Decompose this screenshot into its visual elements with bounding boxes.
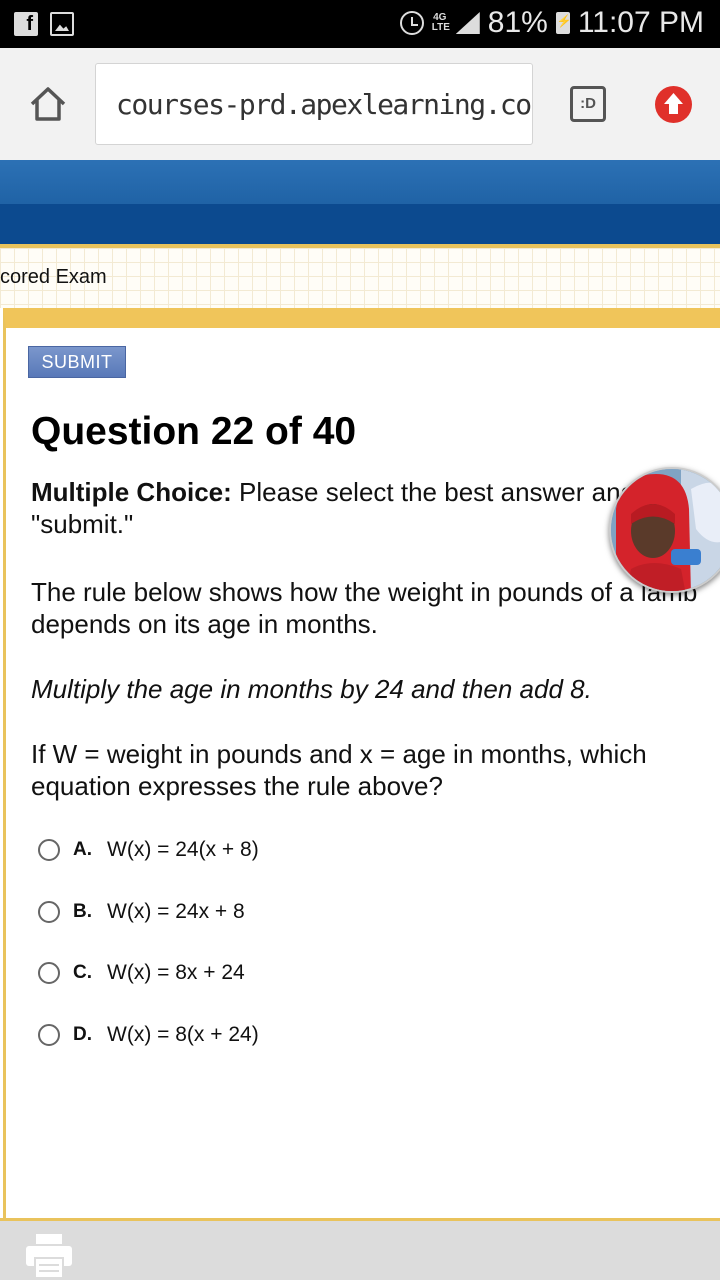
facebook-icon: f bbox=[14, 12, 38, 36]
rule-statement: Multiply the age in months by 24 and the… bbox=[31, 674, 592, 704]
site-header bbox=[0, 160, 720, 244]
page-footer bbox=[0, 1218, 720, 1280]
lte-icon: 4G LTE bbox=[431, 12, 450, 33]
radio-button[interactable] bbox=[38, 901, 60, 923]
signal-icon bbox=[455, 12, 480, 34]
option-letter: D. bbox=[73, 1024, 92, 1045]
answer-option-a[interactable]: A. W(x) = 24(x + 8) bbox=[38, 830, 259, 870]
battery-charging-icon bbox=[555, 12, 572, 34]
gallery-icon bbox=[50, 12, 74, 36]
radio-button[interactable] bbox=[38, 962, 60, 984]
home-icon[interactable] bbox=[28, 84, 68, 124]
prompt-line-1: If W = weight in pounds and x = age in m… bbox=[31, 739, 647, 769]
answer-option-b[interactable]: B. W(x) = 24x + 8 bbox=[38, 892, 245, 932]
option-text: W(x) = 24x + 8 bbox=[107, 900, 245, 923]
status-bar: f 4GLTE 81% 11:07 PM bbox=[0, 0, 720, 48]
instructions-label: Multiple Choice: bbox=[31, 477, 232, 507]
alarm-icon bbox=[399, 11, 424, 35]
option-letter: C. bbox=[73, 962, 92, 983]
url-text: courses-prd.apexlearning.com/ bbox=[116, 88, 533, 121]
print-icon[interactable] bbox=[24, 1232, 74, 1278]
radio-button[interactable] bbox=[38, 1024, 60, 1046]
status-left-icons: f bbox=[14, 12, 74, 36]
clock: 11:07 PM bbox=[577, 6, 704, 39]
option-text: W(x) = 24(x + 8) bbox=[107, 838, 259, 861]
answer-option-c[interactable]: C. W(x) = 8x + 24 bbox=[38, 953, 245, 993]
breadcrumb: cored Exam bbox=[0, 266, 107, 288]
option-text: W(x) = 8x + 24 bbox=[107, 961, 245, 984]
radio-button[interactable] bbox=[38, 839, 60, 861]
option-text: W(x) = 8(x + 24) bbox=[107, 1023, 259, 1046]
question-prompt: If W = weight in pounds and x = age in m… bbox=[31, 738, 647, 802]
question-stem: The rule below shows how the weight in p… bbox=[31, 576, 697, 640]
option-letter: A. bbox=[73, 839, 92, 860]
question-title: Question 22 of 40 bbox=[31, 410, 357, 453]
tab-switcher-icon[interactable]: :D bbox=[570, 86, 606, 122]
status-right-icons: 4GLTE 81% 11:07 PM bbox=[399, 6, 704, 40]
breadcrumb-band bbox=[0, 248, 720, 308]
url-bar[interactable]: courses-prd.apexlearning.com/ bbox=[95, 63, 533, 145]
stem-line-1: The rule below shows how the weight in p… bbox=[31, 577, 698, 607]
submit-button[interactable]: SUBMIT bbox=[28, 346, 126, 378]
battery-percent: 81% bbox=[487, 6, 548, 39]
prompt-line-2: equation expresses the rule above? bbox=[31, 771, 443, 801]
instructions-text-2: "submit." bbox=[31, 509, 134, 539]
avatar-photo bbox=[611, 469, 720, 591]
option-letter: B. bbox=[73, 901, 92, 922]
upload-icon[interactable] bbox=[655, 86, 692, 123]
answer-option-d[interactable]: D. W(x) = 8(x + 24) bbox=[38, 1015, 259, 1055]
browser-toolbar: courses-prd.apexlearning.com/ :D bbox=[0, 48, 720, 160]
stem-line-2: depends on its age in months. bbox=[31, 609, 378, 639]
instructions: Multiple Choice: Please select the best … bbox=[31, 476, 693, 540]
